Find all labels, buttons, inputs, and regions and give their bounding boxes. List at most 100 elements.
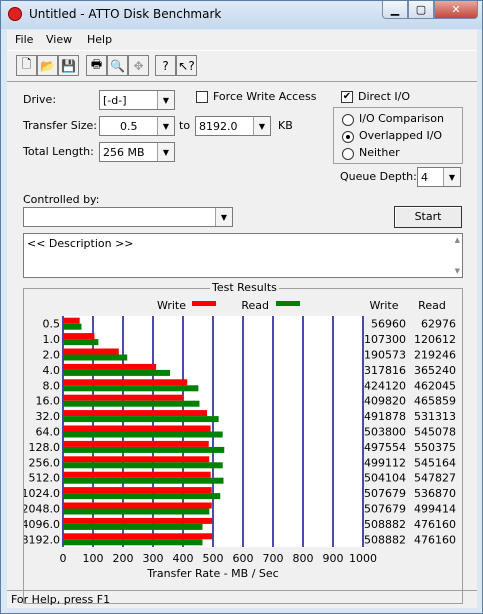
y-tick-label: 512.0 [29,472,61,485]
chevron-down-icon[interactable]: ▼ [443,168,460,186]
y-tick-label: 8.0 [43,379,61,392]
open-icon: 📂 [40,58,55,73]
chevron-down-icon[interactable]: ▼ [157,143,174,161]
write-value: 107300 [364,333,406,346]
x-tick-label: 600 [233,552,254,565]
write-value: 56960 [371,318,406,331]
menu-bar: File View Help [7,30,477,49]
total-length-select[interactable]: 256 MB ▼ [99,142,175,162]
controlled-by-select[interactable]: ▼ [23,207,233,227]
read-bar [63,493,221,500]
menu-file[interactable]: File [15,33,33,46]
read-bar [63,431,223,438]
direct-io-checkbox[interactable]: ✔ [341,91,353,103]
total-length-value: 256 MB [103,146,145,159]
y-tick-label: 64.0 [36,426,61,439]
x-tick-label: 100 [83,552,104,565]
write-value: 409820 [364,395,406,408]
write-bar [63,363,157,370]
write-value: 491878 [364,410,406,423]
print-button[interactable]: 🖶 [86,55,107,76]
y-tick-label: 2.0 [43,349,61,362]
y-tick-label: 128.0 [29,441,61,454]
write-bar [63,502,212,509]
minimize-button[interactable]: ▁ [382,1,408,19]
overlapped-io-radio[interactable] [342,131,354,143]
y-tick-label: 256.0 [29,456,61,469]
chevron-down-icon[interactable]: ▼ [157,117,174,135]
client-area: File View Help 🗋 📂 💾 🖶 🔍 ✥ ? ↖? Drive: [… [7,30,477,608]
controlled-by-label: Controlled by: [23,193,100,206]
print-preview-icon: 🔍 [110,58,125,73]
y-tick-label: 4096.0 [24,518,60,531]
scroll-down-icon[interactable]: ▼ [455,267,460,275]
y-tick-label: 1.0 [43,333,61,346]
read-value: 476160 [414,533,456,546]
menu-help[interactable]: Help [87,33,112,46]
close-icon: ✕ [451,3,461,16]
x-tick-label: 500 [203,552,224,565]
write-bar [63,533,213,540]
read-value: 550375 [414,441,456,454]
y-tick-label: 8192.0 [24,533,60,546]
description-box[interactable]: << Description >> ▲ ▼ [23,233,463,278]
x-axis-label: Transfer Rate - MB / Sec [146,567,278,580]
open-button[interactable]: 📂 [37,55,58,76]
read-bar [63,477,224,484]
print-preview-button[interactable]: 🔍 [107,55,128,76]
write-column-header: Write [369,299,398,312]
write-bar [63,379,188,386]
maximize-button[interactable]: ▢ [408,1,434,19]
write-value: 424120 [364,379,406,392]
chevron-down-icon[interactable]: ▼ [253,117,270,135]
transfer-to-value: 8192.0 [199,120,238,133]
y-tick-label: 1024.0 [24,487,60,500]
write-bar [63,410,208,417]
help-button[interactable]: ? [155,55,176,76]
read-bar [63,323,82,330]
drive-value: [-d-] [103,94,127,107]
read-value: 465859 [414,395,456,408]
overlapped-io-label: Overlapped I/O [359,129,443,142]
queue-depth-label: Queue Depth: [340,170,417,183]
read-value: 219246 [414,349,456,362]
write-bar [63,517,213,524]
read-bar [63,339,99,346]
write-value: 317816 [364,364,406,377]
total-length-label: Total Length: [23,145,94,158]
title-bar[interactable]: Untitled - ATTO Disk Benchmark ▁ ▢ ✕ [1,1,482,29]
read-bar [63,462,223,469]
write-value: 503800 [364,426,406,439]
test-results-group: Test Results 0 100 200 300 400 500 600 700 800 90… [23,281,463,604]
read-value: 545164 [414,456,456,469]
context-help-button[interactable]: ↖? [176,55,197,76]
queue-depth-value: 4 [421,171,428,184]
read-value: 62976 [421,318,456,331]
help-icon: ? [162,58,169,73]
save-button[interactable]: 💾 [58,55,79,76]
read-value: 547827 [414,472,456,485]
write-value: 497554 [364,441,406,454]
close-button[interactable]: ✕ [434,1,478,19]
neither-radio[interactable] [342,148,354,160]
chevron-down-icon[interactable]: ▼ [215,208,232,226]
force-write-checkbox[interactable] [196,91,208,103]
read-bar [63,385,199,392]
scroll-up-icon[interactable]: ▲ [455,236,460,244]
transfer-size-from-select[interactable]: 0.5 ▼ [99,116,175,136]
write-value: 508882 [364,533,406,546]
drive-select[interactable]: [-d-] ▼ [99,90,175,110]
toolbar: 🗋 📂 💾 🖶 🔍 ✥ ? ↖? [7,50,477,82]
io-comparison-radio[interactable] [342,114,354,126]
legend-read-swatch [276,301,300,306]
chevron-down-icon[interactable]: ▼ [157,91,174,109]
start-button[interactable]: Start [394,206,462,228]
new-button[interactable]: 🗋 [16,55,37,76]
new-icon: 🗋 [21,57,32,71]
x-tick-label: 900 [323,552,344,565]
menu-view[interactable]: View [46,33,72,46]
transfer-size-to-select[interactable]: 8192.0 ▼ [195,116,271,136]
move-button[interactable]: ✥ [128,55,149,76]
write-bar [63,333,95,340]
queue-depth-select[interactable]: 4 ▼ [417,167,461,187]
